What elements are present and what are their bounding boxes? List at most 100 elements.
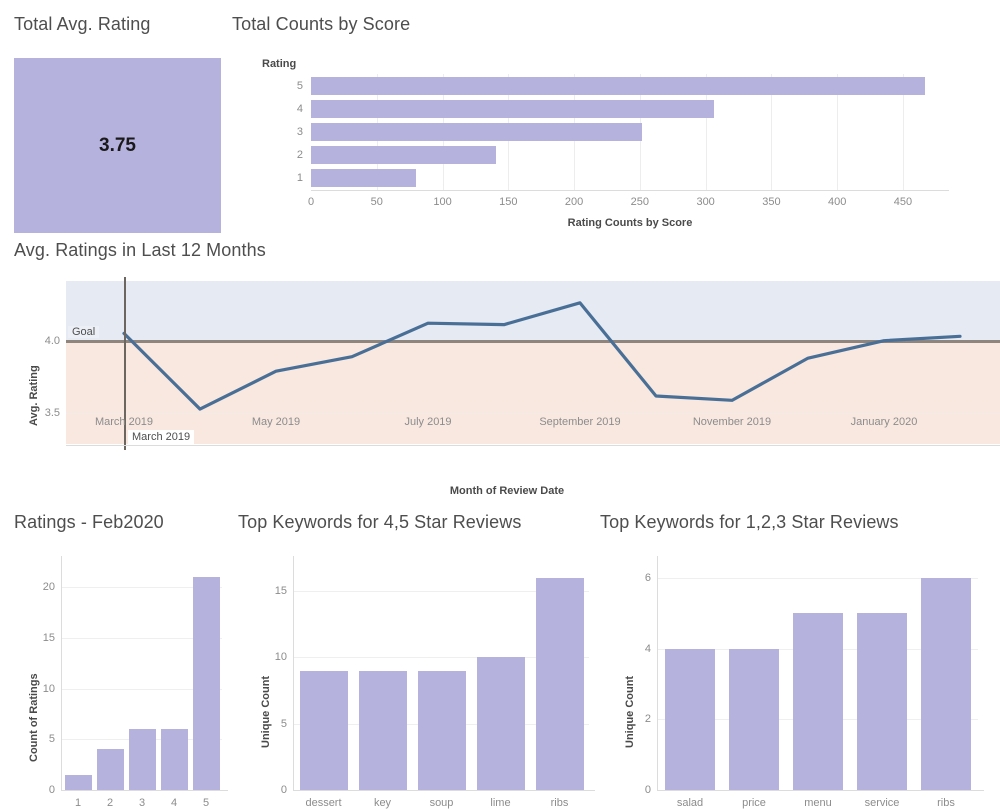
counts-bar[interactable] bbox=[311, 169, 417, 188]
kw45-panel-title: Top Keywords for 4,5 Star Reviews bbox=[238, 512, 522, 532]
feb-plot-x-axis-line bbox=[61, 790, 228, 791]
counts-bar[interactable] bbox=[311, 76, 926, 95]
feb-plot-y-tick: 10 bbox=[42, 682, 55, 695]
kw45-plot-x-tick: key bbox=[373, 797, 392, 809]
kw45-plot-x-tick: lime bbox=[490, 797, 511, 809]
kw123-plot-y-tick: 4 bbox=[644, 642, 651, 655]
counts-category-label: 2 bbox=[296, 149, 303, 162]
feb-plot-bar[interactable] bbox=[160, 729, 188, 790]
counts-bar[interactable] bbox=[311, 122, 643, 141]
feb-plot-x-tick: 4 bbox=[170, 797, 178, 809]
kw123-panel-title: Top Keywords for 1,2,3 Star Reviews bbox=[600, 512, 899, 532]
kw123-plot-x-tick: service bbox=[864, 797, 900, 809]
kw45-plot-bar[interactable] bbox=[358, 670, 407, 790]
feb-plot-x-tick: 1 bbox=[74, 797, 82, 809]
kw45-plot-x-axis-line bbox=[293, 790, 595, 791]
kw123-plot-bar[interactable] bbox=[921, 577, 971, 790]
kw123-y-axis-title: Unique Count bbox=[624, 675, 636, 748]
kw45-plot-bar[interactable] bbox=[299, 670, 348, 790]
feb-plot-y-tick: 0 bbox=[48, 784, 55, 796]
kw45-plot-bar[interactable] bbox=[476, 657, 525, 790]
top-keywords-45-panel: Top Keywords for 4,5 Star Reviews Unique… bbox=[238, 512, 595, 809]
kw123-plot-y-tick: 6 bbox=[644, 571, 651, 584]
counts-x-tick: 450 bbox=[893, 196, 913, 208]
kw123-plot-x-tick: price bbox=[742, 797, 766, 809]
kw123-plot-bar[interactable] bbox=[857, 613, 907, 790]
kpi-panel-title: Total Avg. Rating bbox=[14, 14, 151, 34]
counts-plot-area: 5 4 3 2 1 bbox=[297, 74, 949, 190]
kw45-plot-x-tick: soup bbox=[429, 797, 454, 809]
counts-x-tick: 0 bbox=[307, 196, 315, 208]
line-panel-title: Avg. Ratings in Last 12 Months bbox=[14, 240, 266, 260]
line-x-tick: May 2019 bbox=[251, 416, 301, 428]
kw45-plot-y-tick: 5 bbox=[280, 717, 287, 730]
feb-plot-area: 0 5 10 15 20 1 2 3 4 5 bbox=[43, 556, 228, 809]
counts-x-tick: 50 bbox=[370, 196, 383, 208]
kw123-plot-bar[interactable] bbox=[793, 613, 843, 790]
counts-bar[interactable] bbox=[311, 146, 497, 165]
counts-bar-row[interactable]: 1 bbox=[297, 167, 949, 190]
line-x-tick: September 2019 bbox=[539, 416, 621, 428]
march-2019-reference-label: March 2019 bbox=[128, 430, 195, 444]
line-x-axis-line bbox=[66, 445, 1000, 446]
counts-x-tick: 300 bbox=[696, 196, 715, 208]
kw123-plot-x-tick: salad bbox=[676, 797, 704, 809]
kw45-plot-x-tick: ribs bbox=[550, 797, 569, 809]
avg-ratings-line-panel: Avg. Ratings in Last 12 Months Avg. Rati… bbox=[14, 240, 1000, 497]
kw45-y-axis-title: Unique Count bbox=[260, 675, 272, 748]
kpi-tile[interactable]: 3.75 bbox=[14, 58, 221, 233]
line-x-tick: July 2019 bbox=[404, 416, 452, 428]
feb-plot-x-tick: 3 bbox=[138, 797, 146, 809]
top-keywords-123-panel: Top Keywords for 1,2,3 Star Reviews Uniq… bbox=[600, 512, 984, 809]
kw123-plot-x-axis-line bbox=[657, 790, 984, 791]
feb-plot-x-tick: 5 bbox=[202, 797, 210, 809]
counts-rating-axis-label: Rating bbox=[262, 58, 297, 70]
feb-panel-title: Ratings - Feb2020 bbox=[14, 512, 164, 532]
feb-plot-bar[interactable] bbox=[64, 774, 92, 790]
counts-x-tick: 400 bbox=[827, 196, 847, 208]
counts-category-label: 5 bbox=[296, 79, 303, 92]
counts-bar[interactable] bbox=[311, 99, 714, 118]
line-y-tick: 4.0 bbox=[44, 334, 60, 347]
feb-plot-bar[interactable] bbox=[128, 729, 156, 790]
kw123-plot-x-tick: menu bbox=[804, 797, 832, 809]
total-avg-rating-panel: Total Avg. Rating 3.75 bbox=[14, 14, 221, 233]
line-x-axis-title: Month of Review Date bbox=[449, 485, 565, 497]
counts-x-tick: 350 bbox=[762, 196, 781, 208]
kw123-plot-x-tick: ribs bbox=[937, 797, 955, 809]
kw123-plot-bar[interactable] bbox=[665, 648, 715, 790]
kw123-plot-bar[interactable] bbox=[729, 648, 779, 790]
counts-x-tick: 150 bbox=[499, 196, 518, 208]
counts-x-tick: 200 bbox=[564, 196, 584, 208]
counts-x-tick: 250 bbox=[630, 196, 650, 208]
counts-panel-title: Total Counts by Score bbox=[232, 14, 411, 34]
kw123-plot-y-tick: 0 bbox=[644, 784, 651, 796]
line-y-axis-title: Avg. Rating bbox=[28, 365, 40, 426]
kw45-plot-bar[interactable] bbox=[535, 577, 584, 790]
feb-y-axis-title: Count of Ratings bbox=[28, 673, 40, 762]
counts-bar-row[interactable]: 3 bbox=[297, 120, 949, 143]
counts-x-axis-line bbox=[311, 190, 949, 191]
kw123-plot-y-tick: 2 bbox=[644, 713, 651, 726]
feb-plot-y-tick: 5 bbox=[48, 733, 55, 746]
feb-plot-bar[interactable] bbox=[96, 749, 124, 790]
counts-bar-row[interactable]: 5 bbox=[297, 74, 949, 97]
kpi-value: 3.75 bbox=[99, 134, 136, 156]
counts-bar-row[interactable]: 2 bbox=[297, 144, 949, 167]
feb-plot-bar[interactable] bbox=[192, 577, 220, 790]
counts-category-label: 1 bbox=[296, 172, 303, 185]
kw45-plot-bar[interactable] bbox=[417, 670, 466, 790]
counts-x-axis-title: Rating Counts by Score bbox=[567, 217, 693, 229]
counts-category-label: 3 bbox=[296, 125, 303, 138]
ratings-feb2020-panel: Ratings - Feb2020 Count of Ratings 0 5 10 1… bbox=[14, 512, 228, 809]
kw45-plot-x-tick: dessert bbox=[305, 797, 342, 809]
line-x-tick: March 2019 bbox=[94, 416, 154, 428]
counts-category-label: 4 bbox=[296, 102, 303, 115]
kw45-plot-area: 0 5 10 15 dessert key soup lime ribs bbox=[275, 556, 595, 809]
kw45-plot-y-tick: 10 bbox=[274, 651, 287, 664]
feb-plot-y-tick: 20 bbox=[42, 581, 55, 594]
kw45-plot-y-tick: 0 bbox=[280, 784, 287, 796]
counts-bar-row[interactable]: 4 bbox=[297, 97, 949, 120]
feb-plot-y-tick: 15 bbox=[42, 632, 55, 644]
line-y-tick: 3.5 bbox=[44, 407, 60, 420]
